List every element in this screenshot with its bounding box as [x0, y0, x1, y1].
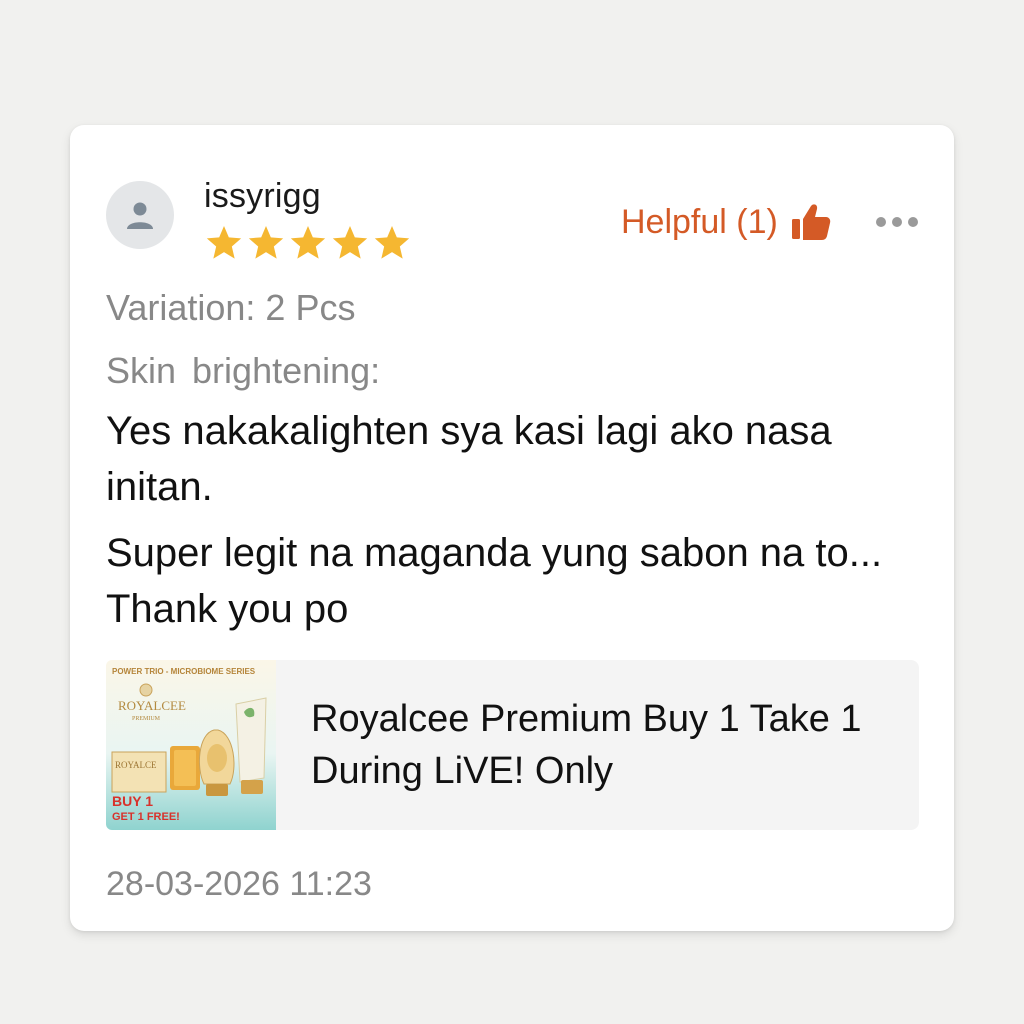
star-icon — [206, 226, 242, 259]
attribute-label: Skin brightening: — [106, 350, 381, 391]
review-body: Yes nakakalighten sya kasi lagi ako nasa… — [106, 403, 926, 637]
review-timestamp: 28-03-2026 11:23 — [106, 865, 372, 903]
star-icon — [290, 226, 326, 259]
avatar[interactable] — [106, 181, 174, 249]
image-banner-text: POWER TRIO - MICROBIOME SERIES — [112, 667, 256, 676]
product-link[interactable]: POWER TRIO - MICROBIOME SERIES ROYALCEE … — [106, 660, 919, 830]
image-brand-sub-text: PREMIUM — [132, 716, 161, 722]
image-box-text: ROYALCE — [115, 760, 157, 770]
thumbs-up-icon — [791, 204, 831, 240]
star-icon — [374, 226, 410, 259]
helpful-button[interactable]: Helpful (1) — [621, 201, 832, 243]
star-rating — [204, 223, 412, 263]
image-brand-text: ROYALCEE — [118, 698, 186, 713]
reviewer-username: issyrigg — [204, 177, 321, 215]
variation-text: Variation: 2 Pcs — [106, 287, 356, 328]
review-paragraph: Super legit na maganda yung sabon na to.… — [106, 531, 883, 631]
review-card: issyrigg Helpful (1) Variation: 2 Pcs Sk… — [70, 125, 954, 931]
star-icon — [332, 226, 368, 259]
star-icon — [248, 226, 284, 259]
product-thumbnail: POWER TRIO - MICROBIOME SERIES ROYALCEE … — [106, 660, 276, 830]
product-name: Royalcee Premium Buy 1 Take 1 During LiV… — [311, 698, 862, 792]
image-promo-line1: BUY 1 — [112, 793, 153, 809]
more-horizontal-icon — [876, 217, 886, 227]
helpful-label: Helpful (1) — [621, 202, 778, 241]
review-paragraph: Yes nakakalighten sya kasi lagi ako nasa… — [106, 409, 832, 509]
more-options-button[interactable] — [876, 217, 918, 227]
user-icon — [127, 202, 153, 229]
image-promo-line2: GET 1 FREE! — [112, 811, 180, 823]
